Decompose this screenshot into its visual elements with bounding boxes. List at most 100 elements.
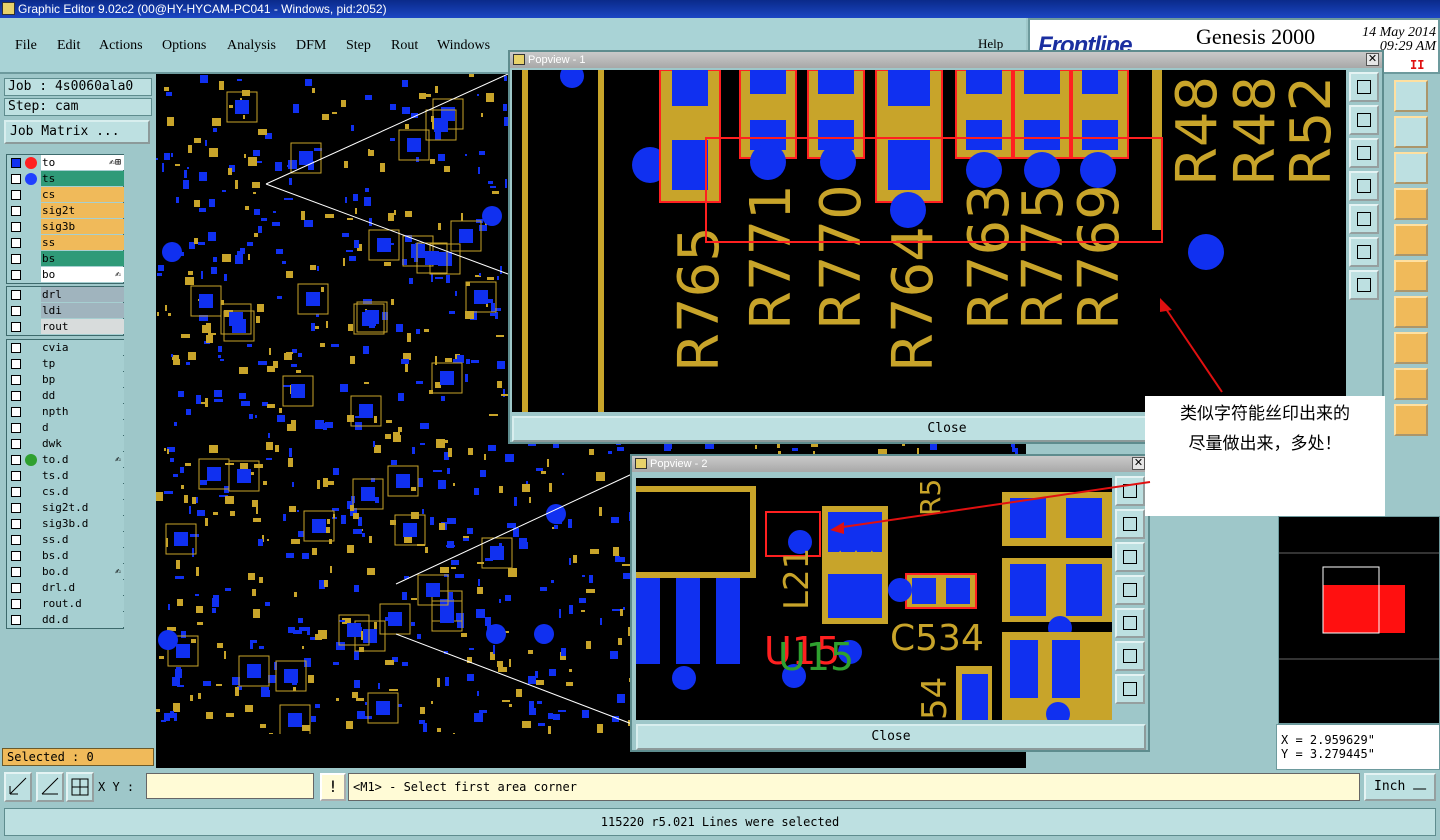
layer-checkbox[interactable] [11,487,21,497]
layer-row-dd-d[interactable]: dd.d [7,612,124,628]
layer-name[interactable]: ts [41,171,124,186]
layer-row-sig2t[interactable]: sig2t [7,203,124,219]
layer-row-cs-d[interactable]: cs.d [7,484,124,500]
layer-row-bp[interactable]: bp [7,372,124,388]
layer-name[interactable]: sig3b [41,219,124,234]
layer-checkbox[interactable] [11,222,21,232]
layer-row-dd[interactable]: dd [7,388,124,404]
layer-checkbox[interactable] [11,190,21,200]
layer-row-rout[interactable]: rout [7,319,124,335]
layer-checkbox[interactable] [11,423,21,433]
pan-down-icon[interactable] [1115,542,1145,572]
layer-name[interactable]: drl.d [41,580,124,595]
layer-checkbox[interactable] [11,158,21,168]
layer-row-drl-d[interactable]: drl.d [7,580,124,596]
pan-left-icon[interactable] [1115,575,1145,605]
zoom-fit-icon[interactable] [1349,72,1379,102]
pan-down-icon[interactable] [1349,138,1379,168]
layer-name[interactable]: npth [41,404,124,419]
layer-checkbox[interactable] [11,254,21,264]
pad-icon[interactable] [1394,224,1428,256]
menu-edit[interactable]: Edit [57,38,80,54]
layer-checkbox[interactable] [11,471,21,481]
layer-row-dwk[interactable]: dwk [7,436,124,452]
layer-row-ts-d[interactable]: ts.d [7,468,124,484]
layer-name[interactable]: bs [41,251,124,266]
tree-icon[interactable] [1394,404,1428,436]
layer-row-ss[interactable]: ss [7,235,124,251]
layer-name[interactable]: dd.d [41,612,124,627]
layer-name[interactable]: cvia [41,340,124,355]
zoom-fit-icon[interactable] [1115,476,1145,506]
zoom-area-button[interactable] [4,772,32,802]
layer-checkbox[interactable] [11,375,21,385]
flip-icon[interactable] [1394,296,1428,328]
measure-icon[interactable] [1394,368,1428,400]
pan-left-icon[interactable] [1349,171,1379,201]
layer-row-cs[interactable]: cs [7,187,124,203]
close-icon[interactable]: ✕ [1132,457,1145,470]
zoom-in-icon[interactable] [1115,641,1145,671]
layer-name[interactable]: ts.d [41,468,124,483]
layer-row-ldi[interactable]: ldi [7,303,124,319]
layer-name[interactable]: dwk [41,436,124,451]
layer-checkbox[interactable] [11,535,21,545]
layer-name[interactable]: bo [41,267,124,282]
layer-name[interactable]: bo.d [41,564,124,579]
layer-row-bo[interactable]: bo ✍ [7,267,124,283]
layer-name[interactable]: sig2t.d [41,500,124,515]
overview-minimap[interactable] [1278,516,1440,724]
layer-checkbox[interactable] [11,322,21,332]
menu-windows[interactable]: Windows [437,38,490,54]
layer-name[interactable]: tp [41,356,124,371]
job-matrix-button[interactable]: Job Matrix ... [4,120,150,144]
layer-name[interactable]: drl [41,287,124,302]
layer-row-tp[interactable]: tp [7,356,124,372]
layer-row-drl[interactable]: drl [7,287,124,303]
layer-row-ts[interactable]: ts [7,171,124,187]
layer-row-bo-d[interactable]: bo.d ✍ [7,564,124,580]
measure-button[interactable] [36,772,64,802]
layer-checkbox[interactable] [11,615,21,625]
menu-file[interactable]: File [15,38,37,54]
layer-name[interactable]: ss [41,235,124,250]
layer-checkbox[interactable] [11,174,21,184]
layer-name[interactable]: cs [41,187,124,202]
layer-checkbox[interactable] [11,306,21,316]
alert-button[interactable]: ! [320,773,346,801]
layer-checkbox[interactable] [11,567,21,577]
layer-row-to[interactable]: to ✍⊞ [7,155,124,171]
window-icon[interactable] [1394,80,1428,112]
layer-checkbox[interactable] [11,551,21,561]
menu-options[interactable]: Options [162,38,206,54]
layers-icon[interactable] [1394,116,1428,148]
layer-name[interactable]: dd [41,388,124,403]
menu-rout[interactable]: Rout [391,38,418,54]
layer-checkbox[interactable] [11,519,21,529]
layer-checkbox[interactable] [11,439,21,449]
close-icon[interactable]: ✕ [1366,53,1379,66]
layer-name[interactable]: to.d [41,452,124,467]
layer-checkbox[interactable] [11,290,21,300]
layer-row-bs[interactable]: bs [7,251,124,267]
layer-checkbox[interactable] [11,270,21,280]
layer-row-d[interactable]: d [7,420,124,436]
pause-icon[interactable]: II [1410,58,1424,72]
help-icon[interactable] [1394,152,1428,184]
layer-name[interactable]: rout.d [41,596,124,611]
units-select[interactable]: Inch ⎼ [1364,773,1436,801]
layer-checkbox[interactable] [11,407,21,417]
layer-checkbox[interactable] [11,359,21,369]
xy-input[interactable] [146,773,314,799]
layer-checkbox[interactable] [11,238,21,248]
layer-checkbox[interactable] [11,343,21,353]
zoom-out-icon[interactable] [1115,674,1145,704]
layer-checkbox[interactable] [11,391,21,401]
layer-row-sig3b-d[interactable]: sig3b.d [7,516,124,532]
layer-name[interactable]: bs.d [41,548,124,563]
layer-checkbox[interactable] [11,206,21,216]
layer-row-bs-d[interactable]: bs.d [7,548,124,564]
shapes-icon[interactable] [1394,332,1428,364]
route-icon[interactable] [1394,260,1428,292]
layer-row-npth[interactable]: npth [7,404,124,420]
